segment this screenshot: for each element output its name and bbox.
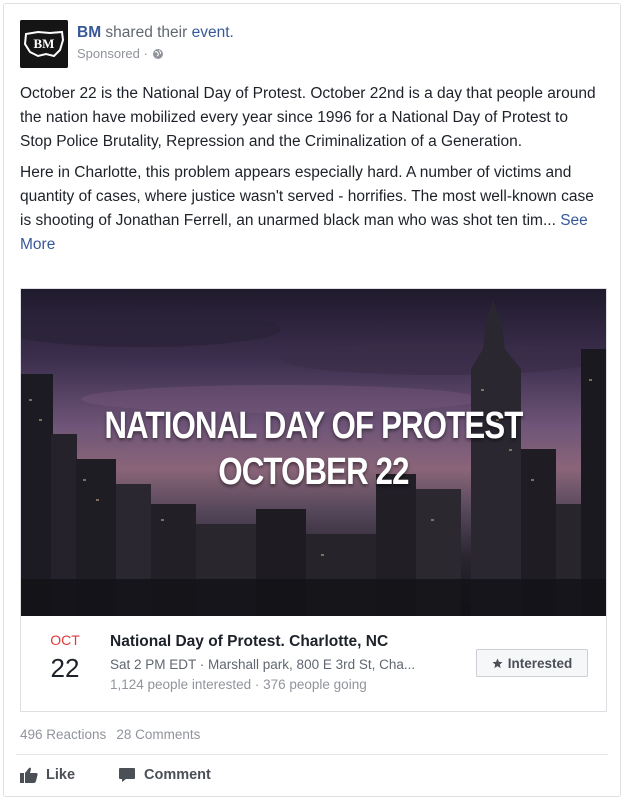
post-actions: Like Comment (16, 754, 608, 796)
post-author-line: BM shared their event. (77, 23, 234, 43)
post-header-text: BM shared their event. Sponsored · (77, 23, 234, 62)
interested-button[interactable]: Interested (476, 649, 588, 677)
avatar[interactable]: BM (20, 20, 68, 68)
comment-button[interactable]: Comment (118, 766, 211, 784)
reactions-count[interactable]: 496 Reactions (20, 726, 106, 744)
post-header: BM BM shared their event. Sponsored · (20, 20, 600, 68)
event-link[interactable]: event. (192, 24, 234, 41)
sponsored-label[interactable]: Sponsored · (77, 46, 148, 62)
like-icon (20, 767, 38, 783)
like-button[interactable]: Like (20, 766, 75, 784)
event-title-link[interactable]: National Day of Protest. Charlotte, NC (110, 632, 470, 652)
event-date: OCT 22 (35, 631, 95, 685)
post-paragraph-2: Here in Charlotte, this problem appears … (20, 161, 600, 257)
event-month: OCT (50, 632, 80, 648)
comments-count[interactable]: 28 Comments (116, 726, 200, 744)
event-day: 22 (50, 653, 80, 683)
post-body: October 22 is the National Day of Protes… (20, 82, 600, 264)
event-meta: Sat 2 PM EDT · Marshall park, 800 E 3rd … (110, 657, 416, 672)
reactions-summary: 496 Reactions 28 Comments (20, 726, 200, 744)
interested-label: Interested (507, 655, 573, 671)
like-label: Like (46, 767, 76, 783)
page-name-link[interactable]: BM (77, 24, 101, 41)
event-stats: 1,124 people interested · 376 people goi… (110, 677, 367, 692)
cover-title-line-1: NATIONAL DAY OF PROTEST (104, 405, 523, 447)
avatar-logo-text: BM (34, 36, 55, 51)
post-paragraph-2-text: Here in Charlotte, this problem appears … (20, 164, 594, 229)
event-card[interactable]: NATIONAL DAY OF PROTEST OCTOBER 22 OCT 2… (20, 288, 607, 712)
event-details: National Day of Protest. Charlotte, NC S… (110, 632, 470, 695)
star-icon (492, 657, 503, 668)
sponsored-post: BM BM shared their event. Sponsored · Oc… (3, 3, 621, 797)
cover-title-line-2: OCTOBER 22 (218, 451, 409, 493)
sponsored-line: Sponsored · (77, 46, 234, 62)
event-cover-image[interactable]: NATIONAL DAY OF PROTEST OCTOBER 22 (21, 289, 606, 616)
comment-icon (119, 768, 135, 782)
globe-icon (152, 49, 163, 59)
shared-text: shared their (105, 24, 188, 41)
post-paragraph-1: October 22 is the National Day of Protes… (20, 85, 596, 150)
comment-label: Comment (144, 767, 211, 783)
event-info: OCT 22 National Day of Protest. Charlott… (21, 616, 606, 711)
bm-logo: BM (20, 20, 68, 68)
